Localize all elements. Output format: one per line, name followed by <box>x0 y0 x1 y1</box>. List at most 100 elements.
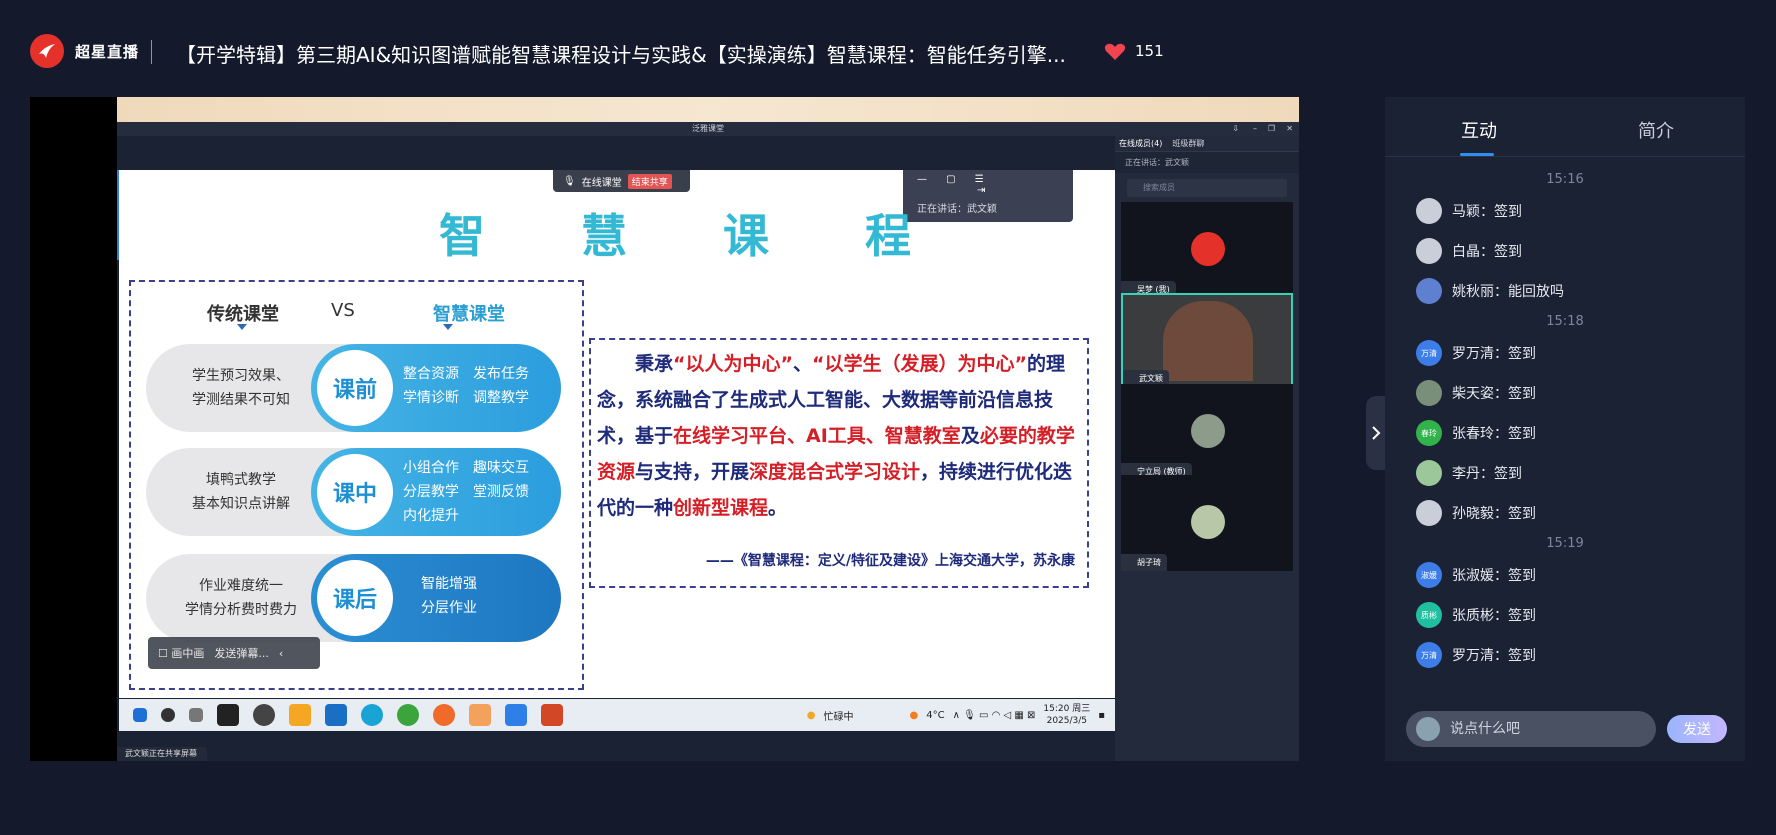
danmu-input[interactable]: 发送弹幕... <box>214 645 269 661</box>
window-title: 泛雅课堂 <box>692 124 724 133</box>
avatar[interactable]: 万清 <box>1416 340 1442 366</box>
page-title: 【开学特辑】第三期AI&知识图谱赋能智慧课程设计与实践&【实操演练】智慧课程：智… <box>176 43 1066 67</box>
chat-timestamp: 15:16 <box>1546 172 1584 187</box>
search-icon[interactable] <box>161 708 175 722</box>
chat-panel: 互动 简介 15:16 马颖：签到 白晶：签到 姚秋丽：能回放吗 15:18 万清 罗万清：… <box>1385 97 1745 761</box>
tab-class-chat[interactable]: 班级群聊 <box>1172 136 1204 151</box>
video-feed <box>1163 301 1253 381</box>
member-tile[interactable]: 吴梦 (我) <box>1121 202 1293 298</box>
tray-icons[interactable]: ∧ 🎙 ▭ ◠ ◁ ▦ ⊠ <box>953 710 1036 721</box>
chat-input[interactable] <box>1450 721 1630 737</box>
ie-icon[interactable] <box>397 704 419 726</box>
avatar[interactable] <box>1416 198 1442 224</box>
quote-segment: 。 <box>768 497 788 519</box>
vs-label: VS <box>331 300 355 321</box>
chat-message-text: 罗万清：签到 <box>1452 648 1536 664</box>
chat-message: 万清 罗万清：签到 <box>1385 635 1745 675</box>
avatar <box>1191 505 1225 539</box>
popup-controls[interactable]: — ▢ ☰ ⇥ <box>917 174 1073 196</box>
member-tile[interactable]: 宁立局 (教师) <box>1121 384 1293 480</box>
member-tile[interactable]: 胡子琦 <box>1121 475 1293 571</box>
avatar[interactable] <box>1416 278 1442 304</box>
traditional-text: 作业难度统一 学情分析费时费力 <box>185 578 297 618</box>
app-icon[interactable] <box>289 704 311 726</box>
definition-quote: 秉承“以人为中心”、“以学生（发展）为中心”的理念，系统融合了生成式人工智能、大… <box>597 346 1085 526</box>
quote-segment: 深度混合式学习设计 <box>749 461 921 483</box>
heart-icon[interactable] <box>1104 43 1126 61</box>
stage-items: 整合资源 发布任务 学情诊断 调整教学 <box>403 366 529 406</box>
logo-text: 超星直播 <box>75 43 140 61</box>
stage-items: 智能增强 分层作业 <box>421 576 477 616</box>
quote-segment: 秉承 <box>597 353 674 375</box>
smart-part: 课后 智能增强 分层作业 <box>311 554 561 642</box>
chaoxing-logo-icon <box>30 34 64 68</box>
avatar[interactable]: 春玲 <box>1416 420 1442 446</box>
temperature: 4°C <box>926 709 945 721</box>
mic-icon: 🎙 <box>563 175 576 187</box>
avatar[interactable] <box>1416 500 1442 526</box>
app-icon[interactable] <box>217 704 239 726</box>
quote-segment: 创新型课程 <box>673 497 769 519</box>
chevron-left-icon[interactable]: ‹ <box>279 647 283 660</box>
powerpoint-icon[interactable] <box>541 704 563 726</box>
wechat-icon[interactable] <box>469 704 491 726</box>
chat-message: 淑媛 张淑媛：签到 <box>1385 555 1745 595</box>
chat-message-text: 张淑媛：签到 <box>1452 568 1536 584</box>
message-list[interactable]: 15:16 马颖：签到 白晶：签到 姚秋丽：能回放吗 15:18 万清 罗万清：签到 柴天姿：… <box>1385 169 1745 689</box>
stage-label: 课中 <box>317 454 393 530</box>
video-player[interactable]: 泛雅课堂 ✕ ❐ – ⇩ 🎙 在线课堂 结束共享 — ▢ ☰ ⇥ 正在讲话：武文… <box>30 97 1299 761</box>
avatar[interactable] <box>1416 460 1442 486</box>
traditional-heading: 传统课堂 <box>207 304 279 325</box>
window-pin-icon[interactable]: ⇩ <box>1232 122 1239 136</box>
end-share-button[interactable]: 结束共享 <box>627 173 672 189</box>
stage-row-before: 学生预习效果、 学测结果不可知 课前 整合资源 发布任务 学情诊断 调整教学 <box>146 344 561 432</box>
edge-icon[interactable] <box>361 704 383 726</box>
window-close-icon[interactable]: ✕ <box>1286 122 1293 136</box>
avatar[interactable]: 淑媛 <box>1416 562 1442 588</box>
like-count: 151 <box>1135 42 1164 60</box>
member-tile-active[interactable]: 武文颖 <box>1121 293 1293 389</box>
stage-row-after: 作业难度统一 学情分析费时费力 课后 智能增强 分层作业 <box>146 554 561 642</box>
member-search-input[interactable]: 搜索成员 <box>1127 179 1287 197</box>
avatar[interactable]: 万清 <box>1416 642 1442 668</box>
clock: 15:20 周三 2025/3/5 <box>1043 704 1091 726</box>
status-icon: ● <box>806 709 816 721</box>
tab-online-members[interactable]: 在线成员(4) <box>1119 136 1162 151</box>
chat-message: 马颖：签到 <box>1385 191 1745 231</box>
traditional-text: 填鸭式教学 基本知识点讲解 <box>192 472 290 512</box>
chat-input-bar[interactable] <box>1406 711 1656 747</box>
avatar[interactable]: 质彬 <box>1416 602 1442 628</box>
speaking-indicator: 正在讲话：武文颖 <box>1115 152 1299 173</box>
header: 超星直播 【开学特辑】第三期AI&知识图谱赋能智慧课程设计与实践&【实操演练】智… <box>0 0 1776 104</box>
chevron-right-icon <box>1371 426 1380 440</box>
danmu-bar[interactable]: ☐ 画中画 发送弹幕... ‹ <box>148 637 320 669</box>
task-view-icon[interactable] <box>189 708 203 722</box>
quote-segment: 、 <box>793 353 813 375</box>
window-minimize-icon[interactable]: – <box>1253 122 1257 136</box>
avatar[interactable] <box>1416 238 1442 264</box>
stage-row-during: 填鸭式教学 基本知识点讲解 课中 小组合作 趣味交互 分层教学 堂测反馈 内化提升 <box>146 448 561 536</box>
notification-icon[interactable]: ▪ <box>1098 710 1105 721</box>
chat-message-text: 张春玲：签到 <box>1452 426 1536 442</box>
tab-interact[interactable]: 互动 <box>1461 117 1497 143</box>
outlook-icon[interactable] <box>325 704 347 726</box>
members-panel: 在线成员(4) 班级群聊 正在讲话：武文颖 搜索成员 吴梦 (我) 武文颖 宁立… <box>1115 136 1299 761</box>
zoom-app-icon[interactable] <box>253 704 275 726</box>
windows-start-icon[interactable] <box>133 708 147 722</box>
send-button[interactable]: 发送 <box>1667 715 1727 743</box>
chat-timestamp: 15:19 <box>1546 536 1584 551</box>
firefox-icon[interactable] <box>433 704 455 726</box>
chat-message: 柴天姿：签到 <box>1385 373 1745 413</box>
avatar[interactable] <box>1416 380 1442 406</box>
chat-message: 姚秋丽：能回放吗 <box>1385 271 1745 311</box>
collapse-toggle[interactable] <box>1366 396 1385 470</box>
pip-checkbox[interactable]: ☐ 画中画 <box>158 645 204 661</box>
window-restore-icon[interactable]: ❐ <box>1268 122 1275 136</box>
chat-message: 孙晓毅：签到 <box>1385 493 1745 533</box>
smart-heading: 智慧课堂 <box>433 304 505 325</box>
quote-segment: 与支持，开展 <box>635 461 750 483</box>
tab-intro[interactable]: 简介 <box>1638 117 1674 143</box>
stage-label: 课前 <box>317 350 393 426</box>
app-icon[interactable] <box>505 704 527 726</box>
chat-timestamp: 15:18 <box>1546 314 1584 329</box>
